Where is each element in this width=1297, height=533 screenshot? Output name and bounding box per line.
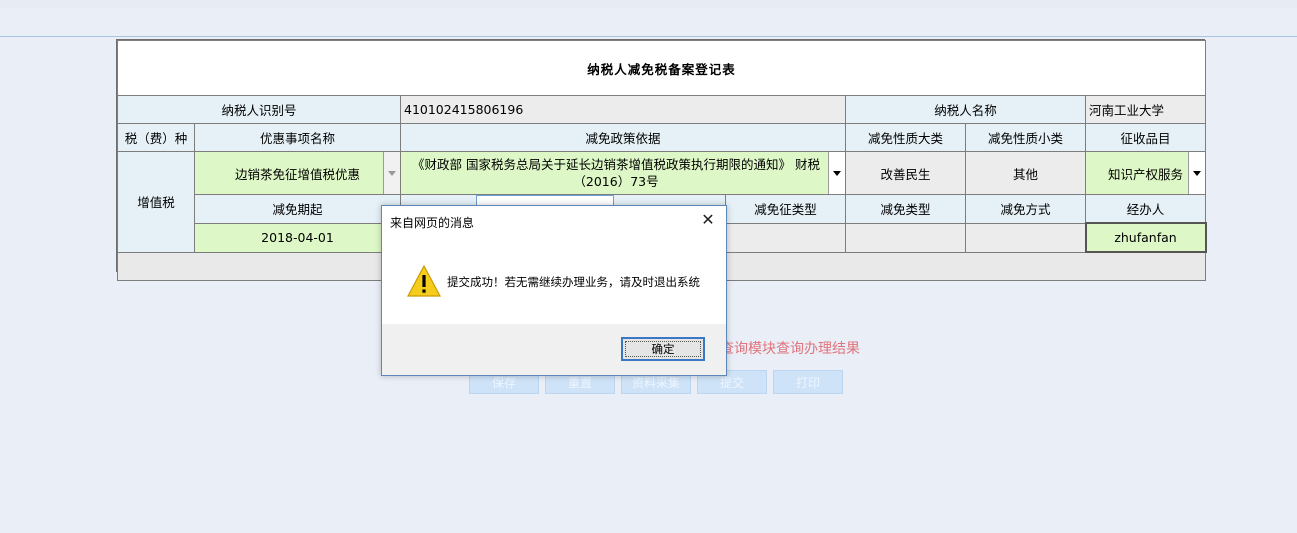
print-button[interactable]: 打印: [773, 370, 843, 394]
message-dialog: 来自网页的消息 ✕ 提交成功！若无需继续办理业务，请及时退出系统 确定: [381, 205, 727, 376]
chevron-down-icon[interactable]: [828, 152, 845, 194]
top-toolbar: [0, 10, 1297, 37]
nature-major-label: 减免性质大类: [845, 123, 966, 152]
start-date-label: 减免期起: [194, 194, 401, 224]
handler-label: 经办人: [1085, 194, 1206, 224]
policy-basis-label: 减免政策依据: [400, 123, 846, 152]
preference-name-value: 边销茶免征增值税优惠: [234, 166, 360, 182]
close-icon[interactable]: ✕: [699, 211, 717, 229]
policy-basis-value: 《财政部 国家税务总局关于延长边销茶增值税政策执行期限的通知》 财税（2016）…: [412, 157, 820, 189]
taxpayer-name-label: 纳税人名称: [845, 95, 1086, 124]
preference-name-select[interactable]: 边销茶免征增值税优惠: [194, 151, 401, 195]
collection-item-label: 征收品目: [1085, 123, 1206, 152]
chevron-down-icon[interactable]: [383, 152, 400, 194]
exempt-type-input[interactable]: [845, 222, 966, 253]
handler-input[interactable]: zhufanfan: [1084, 222, 1207, 253]
top-strip: [0, 0, 1297, 8]
collection-item-select[interactable]: 知识产权服务: [1085, 151, 1206, 195]
tax-type-value: 增值税: [117, 151, 195, 253]
tax-type-label: 税（费）种: [117, 123, 195, 152]
taxpayer-id-value: 410102415806196: [400, 95, 846, 124]
nature-minor-value: 其他: [965, 151, 1086, 195]
nature-major-value: 改善民生: [845, 151, 966, 195]
dialog-footer: 确定: [382, 324, 726, 375]
exempt-method-label: 减免方式: [965, 194, 1086, 224]
result-notice: 查询模块查询办理结果: [720, 341, 860, 357]
chevron-down-icon[interactable]: [1188, 152, 1205, 194]
ok-button[interactable]: 确定: [621, 337, 705, 361]
start-date-input[interactable]: 2018-04-01: [194, 222, 401, 253]
exempt-type-label: 减免类型: [845, 194, 966, 224]
nature-minor-label: 减免性质小类: [965, 123, 1086, 152]
preference-name-label: 优惠事项名称: [194, 123, 401, 152]
warning-icon: [407, 264, 441, 297]
policy-basis-select[interactable]: 《财政部 国家税务总局关于延长边销茶增值税政策执行期限的通知》 财税（2016）…: [400, 151, 846, 195]
taxpayer-name-value: 河南工业大学: [1085, 95, 1206, 124]
partial-type-input[interactable]: [725, 222, 846, 253]
dialog-title: 来自网页的消息: [390, 216, 475, 230]
exempt-method-input[interactable]: [965, 222, 1086, 253]
form-title: 纳税人减免税备案登记表: [117, 40, 1206, 96]
taxpayer-id-label: 纳税人识别号: [117, 95, 401, 124]
collection-item-value: 知识产权服务: [1107, 166, 1183, 182]
dialog-message: 提交成功！若无需继续办理业务，请及时退出系统: [447, 275, 700, 289]
partial-type-label: 减免征类型: [725, 194, 846, 224]
dialog-body: 提交成功！若无需继续办理业务，请及时退出系统: [382, 236, 726, 324]
